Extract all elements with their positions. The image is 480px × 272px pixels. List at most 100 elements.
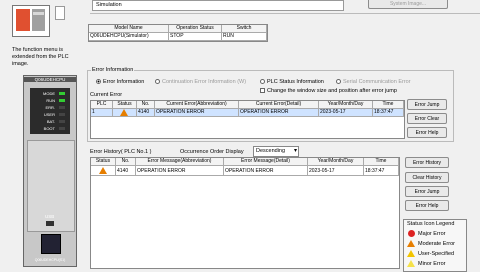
change-window-checkbox[interactable]: Change the window size and position afte… — [260, 88, 397, 94]
system-image-button[interactable]: System Image... — [368, 0, 448, 9]
function-menu-note: The function menu is extended from the P… — [12, 47, 82, 68]
led-bat — [59, 120, 65, 123]
radio-continuation[interactable]: Continuation Error Information (W) — [155, 79, 246, 85]
current-cell-plc: 1 — [91, 109, 113, 117]
history-header-detail: Error Message(Detail) — [224, 158, 308, 166]
thumb-slot — [33, 12, 44, 15]
current-error-row[interactable]: 1 4140 OPERATION ERROR OPERATION ERROR 2… — [91, 109, 404, 117]
history-cell-date: 2023-05-17 — [308, 166, 364, 176]
led-mode — [59, 92, 65, 95]
legend-title: Status Icon Legend — [407, 221, 455, 227]
top-bar: Simulation System Image... — [90, 0, 480, 14]
plc-led-panel: MODE RUN ERR. USER BAT. BOOT — [30, 88, 70, 134]
occurrence-order-label: Occurrence Order Display — [180, 149, 244, 155]
moderate-error-icon — [99, 167, 107, 174]
note-line2: extended from the PLC — [12, 54, 69, 60]
history-cell-status — [91, 166, 116, 176]
model-table: Model Name Operation Status Switch Q06UD… — [88, 24, 268, 42]
radio-plc-status-label: PLC Status Information — [267, 79, 324, 85]
thumb-scroll-icon — [55, 6, 65, 20]
led-label-run: RUN — [46, 98, 55, 103]
error-history-table: Status No. Error Message(Abbreviation) E… — [90, 157, 400, 269]
current-header-plc: PLC — [91, 101, 113, 109]
radio-plc-status[interactable]: PLC Status Information — [260, 79, 324, 85]
radio-serial-label: Serial Communication Error — [343, 79, 411, 85]
error-help-button[interactable]: Error Help — [407, 127, 447, 138]
led-label-bat: BAT. — [46, 119, 55, 124]
note-line3: image. — [12, 61, 29, 67]
current-cell-detail: OPERATION ERROR — [239, 109, 319, 117]
current-cell-status — [113, 109, 137, 117]
plc-usb-label: USB — [45, 214, 55, 219]
history-header-no: No. — [116, 158, 136, 166]
error-info-title: Error Information — [91, 67, 135, 73]
occurrence-order-select[interactable]: Descending ▾ — [253, 146, 299, 157]
moderate-error-icon — [120, 109, 128, 116]
led-label-mode: MODE — [43, 91, 55, 96]
radio-off-icon — [260, 79, 265, 85]
chevron-down-icon: ▾ — [293, 148, 297, 154]
model-header-status: Operation Status — [169, 25, 222, 33]
history-cell-time: 18:37:47 — [364, 166, 399, 176]
current-error-label: Current Error — [90, 92, 123, 98]
current-header-status: Status — [113, 101, 137, 109]
history-cell-detail: OPERATION ERROR — [224, 166, 308, 176]
major-error-icon — [408, 230, 415, 237]
mode-label-box: Simulation — [92, 0, 344, 11]
current-error-table: PLC Status No. Current Error(Abbreviatio… — [90, 100, 405, 139]
led-run — [59, 99, 65, 102]
error-clear-button[interactable]: Error Clear — [407, 113, 447, 124]
current-header-date: Year/Month/Day — [319, 101, 373, 109]
usb-port-icon — [46, 221, 54, 226]
change-window-label: Change the window size and position afte… — [267, 88, 397, 94]
minor-error-icon — [407, 260, 415, 267]
history-error-jump-button[interactable]: Error Jump — [405, 186, 449, 197]
radio-off-icon — [155, 79, 160, 85]
status-icon-legend: Status Icon Legend Major Error Moderate … — [403, 219, 467, 272]
led-boot — [59, 127, 65, 130]
history-header-time: Time — [364, 158, 399, 166]
error-history-title: Error History( PLC No.1 ) — [90, 149, 152, 155]
clear-history-button[interactable]: Clear History — [405, 172, 449, 183]
error-history-button[interactable]: Error History — [405, 157, 449, 168]
current-header-no: No. — [137, 101, 155, 109]
legend-user: User-Specified — [418, 251, 455, 257]
history-row[interactable]: 4140 OPERATION ERROR OPERATION ERROR 202… — [91, 166, 399, 176]
legend-minor: Minor Error — [418, 261, 446, 267]
legend-major: Major Error — [418, 231, 446, 237]
note-line1: The function menu is — [12, 47, 64, 53]
history-header-date: Year/Month/Day — [308, 158, 364, 166]
current-cell-abbrev: OPERATION ERROR — [155, 109, 239, 117]
legend-moderate: Moderate Error — [418, 241, 455, 247]
history-error-help-button[interactable]: Error Help — [405, 200, 449, 211]
plc-bottom-label: Q06UDEHCPU(S1) — [34, 258, 66, 262]
error-jump-button[interactable]: Error Jump — [407, 99, 447, 110]
moderate-error-icon — [407, 240, 415, 247]
occurrence-order-value: Descending — [256, 148, 286, 154]
radio-serial[interactable]: Serial Communication Error — [336, 79, 411, 85]
plc-image[interactable]: Q06UDEHCPU MODE RUN ERR. USER BAT. BOOT … — [23, 75, 77, 267]
led-label-user: USER — [43, 112, 55, 117]
model-header-name: Model Name — [89, 25, 169, 33]
current-header-detail: Current Error(Detail) — [239, 101, 319, 109]
model-header-switch: Switch — [222, 25, 267, 33]
radio-continuation-label: Continuation Error Information (W) — [162, 79, 247, 85]
radio-error-info[interactable]: Error Information — [96, 79, 144, 85]
current-cell-date: 2023-05-17 — [319, 109, 373, 117]
radio-off-icon — [336, 79, 341, 85]
model-cell-name: Q06UDEHCPU(Simulator) — [89, 33, 169, 41]
checkbox-icon — [260, 88, 265, 94]
current-cell-no: 4140 — [137, 109, 155, 117]
plc-thumbnail[interactable] — [12, 5, 50, 37]
history-cell-abbrev: OPERATION ERROR — [136, 166, 224, 176]
model-cell-switch: RUN — [222, 33, 267, 41]
current-cell-time: 18:37:47 — [373, 109, 404, 117]
user-specified-icon — [407, 250, 415, 257]
current-header-abbrev: Current Error(Abbreviation) — [155, 101, 239, 109]
model-cell-status: STOP — [169, 33, 222, 41]
ethernet-port-icon — [41, 234, 61, 254]
led-label-err: ERR. — [45, 105, 55, 110]
current-header-time: Time — [373, 101, 404, 109]
history-header-status: Status — [91, 158, 116, 166]
led-label-boot: BOOT — [43, 126, 55, 131]
